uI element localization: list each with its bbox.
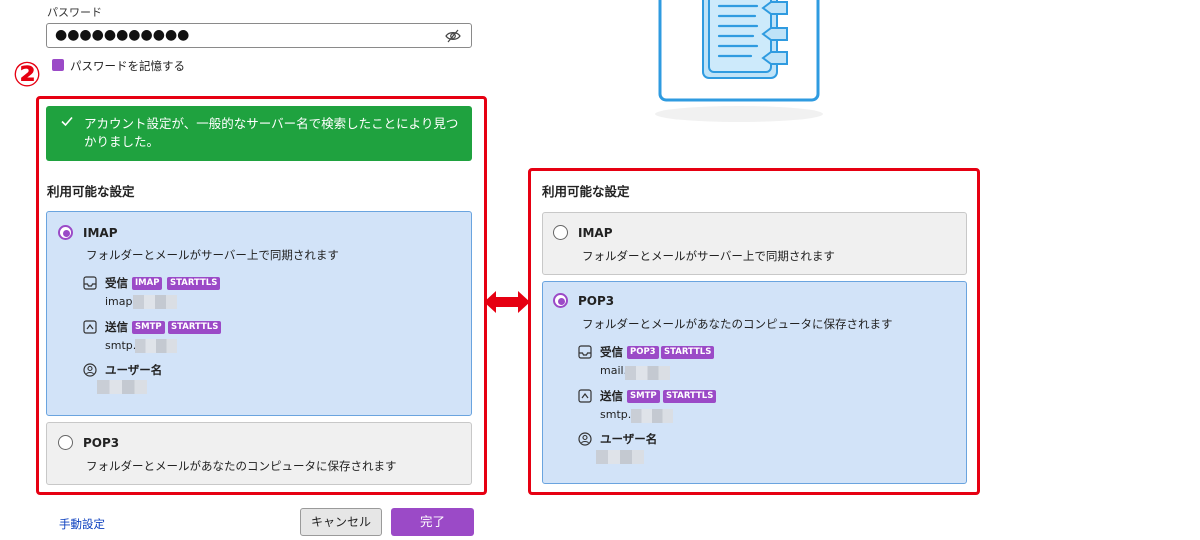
pop3-description: フォルダーとメールがあなたのコンピュータに保存されます bbox=[582, 317, 893, 331]
imap-title: IMAP bbox=[83, 226, 118, 240]
protocol-badge: POP3 bbox=[627, 346, 659, 359]
imap-description: フォルダーとメールがサーバー上で同期されます bbox=[86, 248, 339, 262]
imap-title: IMAP bbox=[578, 226, 613, 240]
redacted-block bbox=[97, 380, 147, 394]
remember-password-label: パスワードを記憶する bbox=[70, 59, 185, 73]
protocol-badge: IMAP bbox=[132, 277, 163, 290]
username-label: ユーザー名 bbox=[600, 432, 658, 446]
document-illustration bbox=[655, 0, 823, 122]
security-badge: STARTTLS bbox=[661, 346, 715, 359]
redacted-block bbox=[596, 450, 644, 464]
incoming-server: imap. bbox=[105, 295, 136, 308]
pop3-radio[interactable] bbox=[553, 293, 568, 308]
imap-description: フォルダーとメールがサーバー上で同期されます bbox=[582, 249, 835, 263]
user-icon bbox=[83, 363, 97, 377]
inbox-icon bbox=[83, 276, 97, 290]
incoming-label: 受信 bbox=[105, 276, 128, 290]
outgoing-server: smtp. bbox=[600, 408, 632, 421]
pop3-option-card[interactable]: POP3 フォルダーとメールがあなたのコンピュータに保存されます bbox=[46, 422, 472, 485]
imap-option-card[interactable]: IMAP フォルダーとメールがサーバー上で同期されます bbox=[542, 212, 967, 275]
check-icon bbox=[61, 116, 73, 127]
available-settings-title: 利用可能な設定 bbox=[542, 184, 630, 199]
security-badge: STARTTLS bbox=[168, 321, 222, 334]
pop3-description: フォルダーとメールがあなたのコンピュータに保存されます bbox=[86, 459, 397, 473]
done-button[interactable]: 完了 bbox=[391, 508, 474, 536]
outbox-icon bbox=[578, 389, 592, 403]
incoming-label: 受信 bbox=[600, 345, 623, 359]
outgoing-label: 送信 bbox=[105, 320, 128, 334]
security-badge: STARTTLS bbox=[167, 277, 221, 290]
protocol-badge: SMTP bbox=[132, 321, 165, 334]
available-settings-title: 利用可能な設定 bbox=[47, 184, 135, 199]
protocol-badge: SMTP bbox=[627, 390, 660, 403]
eye-slash-icon[interactable] bbox=[445, 29, 461, 43]
success-message: アカウント設定が、一般的なサーバー名で検索したことにより見つかりました。 bbox=[84, 116, 459, 149]
pop3-title: POP3 bbox=[83, 436, 120, 450]
imap-radio[interactable] bbox=[58, 225, 73, 240]
redacted-block bbox=[135, 339, 177, 353]
outgoing-label: 送信 bbox=[600, 389, 623, 403]
pop3-radio[interactable] bbox=[58, 435, 73, 450]
outbox-icon bbox=[83, 320, 97, 334]
password-label: パスワード bbox=[47, 6, 102, 19]
imap-option-card[interactable]: IMAP フォルダーとメールがサーバー上で同期されます 受信 IMAP STAR… bbox=[46, 211, 472, 416]
double-arrow-icon bbox=[484, 291, 530, 313]
outgoing-server: smtp. bbox=[105, 339, 137, 352]
imap-radio[interactable] bbox=[553, 225, 568, 240]
remember-password-checkbox[interactable] bbox=[52, 59, 64, 71]
inbox-icon bbox=[578, 345, 592, 359]
redacted-block bbox=[625, 366, 670, 380]
incoming-server: mail. bbox=[600, 364, 628, 377]
cancel-button[interactable]: キャンセル bbox=[300, 508, 382, 536]
pop3-option-card[interactable]: POP3 フォルダーとメールがあなたのコンピュータに保存されます 受信 POP3… bbox=[542, 281, 967, 484]
user-icon bbox=[578, 432, 592, 446]
redacted-block bbox=[133, 295, 177, 309]
success-banner: アカウント設定が、一般的なサーバー名で検索したことにより見つかりました。 bbox=[46, 106, 472, 161]
username-label: ユーザー名 bbox=[105, 363, 163, 377]
password-value: ●●●●●●●●●●● bbox=[55, 27, 190, 43]
security-badge: STARTTLS bbox=[663, 390, 717, 403]
redacted-block bbox=[631, 409, 673, 423]
pop3-title: POP3 bbox=[578, 294, 615, 308]
manual-setup-link[interactable]: 手動設定 bbox=[59, 516, 105, 532]
step-marker: ② bbox=[12, 55, 42, 95]
password-input[interactable]: ●●●●●●●●●●● bbox=[46, 23, 472, 48]
